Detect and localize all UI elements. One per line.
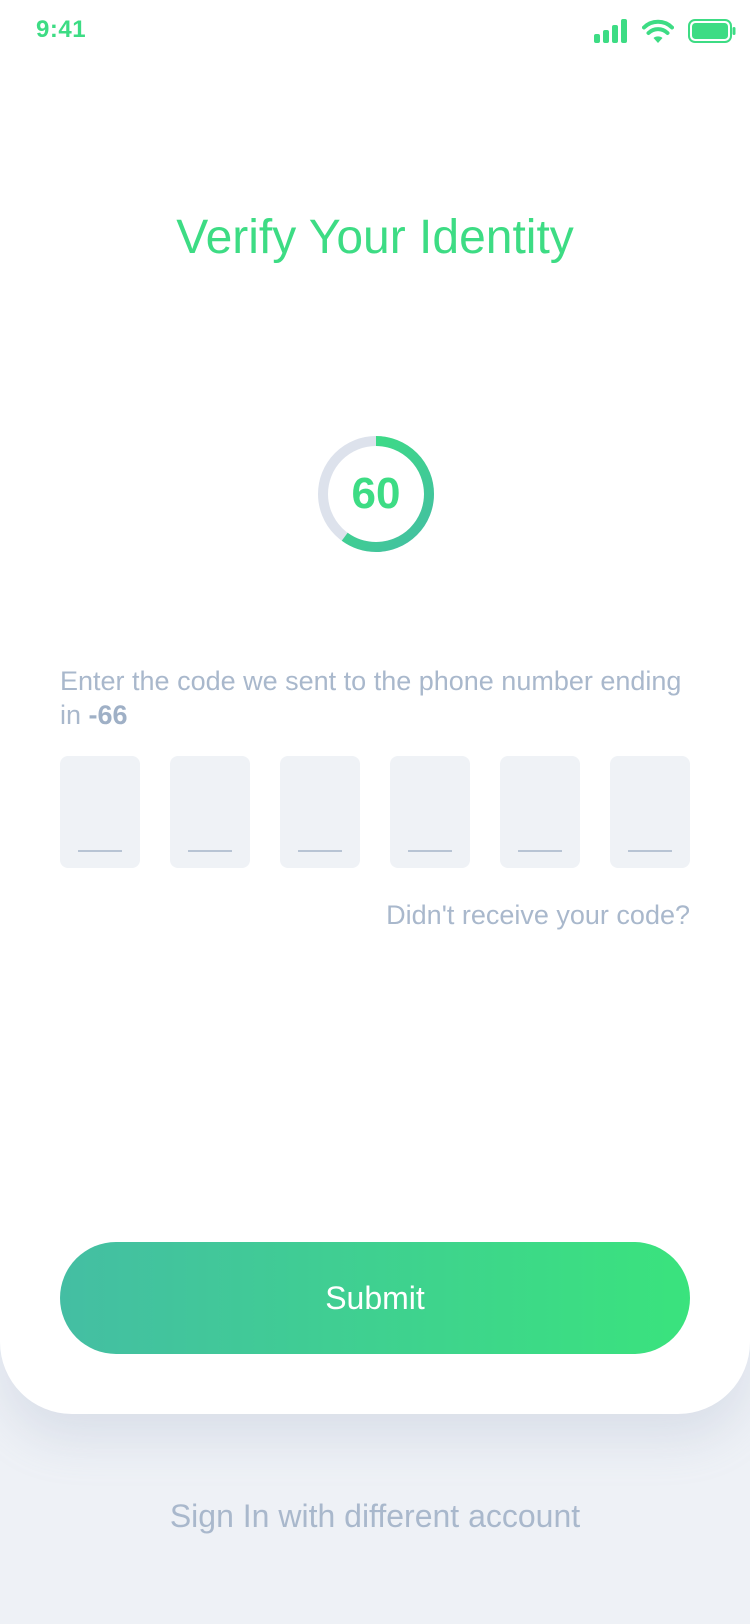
battery-icon xyxy=(688,19,736,43)
code-digit-6[interactable] xyxy=(610,756,690,868)
digit-underline xyxy=(518,850,562,852)
digit-underline xyxy=(408,850,452,852)
page-title: Verify Your Identity xyxy=(176,211,574,264)
phone-suffix: -66 xyxy=(88,700,128,730)
code-digit-5[interactable] xyxy=(500,756,580,868)
digit-underline xyxy=(628,850,672,852)
submit-button[interactable]: Submit xyxy=(60,1242,690,1354)
resend-code-link[interactable]: Didn't receive your code? xyxy=(386,900,690,931)
status-icons xyxy=(594,16,736,46)
status-time: 9:41 xyxy=(36,16,87,43)
digit-underline xyxy=(78,850,122,852)
wifi-icon xyxy=(642,19,674,43)
code-digit-2[interactable] xyxy=(170,756,250,868)
countdown-timer: 60 xyxy=(315,433,437,555)
code-digit-1[interactable] xyxy=(60,756,140,868)
instruction-text: Enter the code we sent to the phone numb… xyxy=(60,664,700,732)
code-input-group xyxy=(60,756,690,868)
signal-icon xyxy=(594,19,627,43)
digit-underline xyxy=(298,850,342,852)
timer-value: 60 xyxy=(351,469,401,518)
code-digit-3[interactable] xyxy=(280,756,360,868)
main-card: 9:41 Verify Your Identity 60 Enter the c… xyxy=(0,0,750,1414)
digit-underline xyxy=(188,850,232,852)
instruction-body: Enter the code we sent to the phone numb… xyxy=(60,666,682,730)
code-digit-4[interactable] xyxy=(390,756,470,868)
switch-account-link[interactable]: Sign In with different account xyxy=(0,1498,750,1535)
